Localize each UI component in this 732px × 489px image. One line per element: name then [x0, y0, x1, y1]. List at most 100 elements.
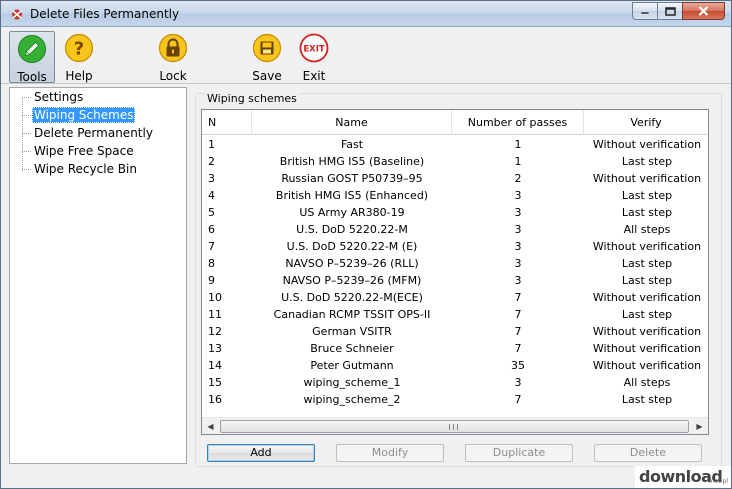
cell-passes: 7 [514, 325, 522, 338]
caption-buttons [632, 2, 725, 20]
delete-button[interactable]: Delete [594, 444, 702, 462]
cell-passes: 3 [514, 257, 522, 270]
cell-number: 16 [208, 393, 222, 406]
cell-number: 12 [208, 325, 222, 338]
cell-verify: Last step [621, 274, 673, 287]
table-row[interactable]: 10 U.S. DoD 5220.22-M(ECE) 7 Without verifi… [202, 289, 708, 306]
table-row[interactable]: 4 British HMG IS5 (Enhanced) 3 Last step [202, 187, 708, 204]
tools-label: Tools [17, 70, 47, 84]
table-row[interactable]: 3 Russian GOST P50739–95 2 Without verifica… [202, 170, 708, 187]
table-row[interactable]: 5 US Army AR380-19 3 Last step [202, 204, 708, 221]
lock-button[interactable]: Lock [151, 31, 195, 83]
cell-name: NAVSO P–5239–26 (RLL) [285, 257, 419, 270]
minimize-button[interactable] [632, 2, 658, 20]
tree-item-wipe-recycle-bin[interactable]: Wipe Recycle Bin [32, 161, 139, 177]
table-row[interactable]: 6 U.S. DoD 5220.22-M 3 All steps [202, 221, 708, 238]
save-button[interactable]: Save [246, 31, 288, 83]
help-question-icon: ? [64, 33, 94, 63]
column-header-verify[interactable]: Verify [584, 110, 708, 135]
table-row[interactable]: 15 wiping_scheme_1 3 All steps [202, 374, 708, 391]
cell-name: wiping_scheme_1 [303, 376, 401, 389]
tree-connector-line [22, 133, 31, 134]
close-button[interactable] [682, 2, 725, 20]
exit-label: Exit [302, 69, 326, 83]
cell-number: 1 [208, 138, 215, 151]
table-row[interactable]: 7 U.S. DoD 5220.22-M (E) 3 Without verifica… [202, 238, 708, 255]
tools-pencil-icon [18, 35, 46, 63]
tools-button[interactable]: Tools [9, 31, 55, 84]
column-header-n[interactable]: N [202, 110, 252, 135]
cell-number: 7 [208, 240, 215, 253]
cell-passes: 3 [514, 206, 522, 219]
cell-number: 8 [208, 257, 215, 270]
cell-verify: Last step [621, 257, 673, 270]
cell-number: 2 [208, 155, 215, 168]
maximize-button[interactable] [657, 2, 683, 20]
exit-button[interactable]: EXIT Exit [294, 31, 334, 83]
tree-item-delete-permanently[interactable]: Delete Permanently [32, 125, 155, 141]
scrollbar-thumb[interactable] [220, 420, 689, 433]
help-button[interactable]: ? Help [59, 31, 99, 83]
cell-passes: 3 [514, 240, 522, 253]
table-row[interactable]: 14 Peter Gutmann 35 Without verification [202, 357, 708, 374]
save-label: Save [252, 69, 282, 83]
cell-passes: 3 [514, 223, 522, 236]
tree-connector-line [22, 97, 23, 171]
app-window: Delete Files Permanently Tools ? Help Lo… [0, 0, 732, 489]
save-disk-icon [252, 33, 282, 63]
table-row[interactable]: 12 German VSITR 7 Without verification [202, 323, 708, 340]
column-header-passes[interactable]: Number of passes [452, 110, 584, 135]
cell-passes: 35 [511, 359, 525, 372]
title-bar[interactable]: Delete Files Permanently [1, 1, 731, 27]
cell-passes: 7 [514, 308, 522, 321]
cell-name: German VSITR [312, 325, 392, 338]
lock-label: Lock [159, 69, 187, 83]
list-header: N Name Number of passes Verify [202, 110, 708, 135]
cell-verify: Last step [621, 189, 673, 202]
close-icon [698, 6, 709, 16]
scroll-left-arrow-icon[interactable]: ◀ [202, 418, 219, 435]
add-button[interactable]: Add [207, 444, 315, 462]
cell-name: British HMG IS5 (Enhanced) [275, 189, 429, 202]
cell-name: Peter Gutmann [310, 359, 394, 372]
scroll-right-arrow-icon[interactable]: ▶ [691, 418, 708, 435]
tree-connector-line [22, 169, 31, 170]
schemes-list[interactable]: N Name Number of passes Verify 1 Fast 1 Wit… [201, 109, 709, 435]
cell-verify: All steps [623, 223, 671, 236]
cell-verify: Last step [621, 155, 673, 168]
pane-splitter[interactable] [189, 87, 192, 464]
duplicate-button[interactable]: Duplicate [465, 444, 573, 462]
cell-name: U.S. DoD 5220.22-M(ECE) [281, 291, 423, 304]
cell-number: 15 [208, 376, 222, 389]
column-header-name[interactable]: Name [252, 110, 452, 135]
exit-icon: EXIT [299, 33, 329, 63]
cell-name: U.S. DoD 5220.22-M [296, 223, 408, 236]
tree-item-settings[interactable]: Settings [32, 89, 85, 105]
cell-passes: 7 [514, 342, 522, 355]
table-row[interactable]: 11 Canadian RCMP TSSIT OPS-II 7 Last step [202, 306, 708, 323]
cell-number: 6 [208, 223, 215, 236]
tree-item-wiping-schemes[interactable]: Wiping Schemes [32, 107, 136, 123]
horizontal-scrollbar[interactable]: ◀ ▶ [202, 417, 708, 434]
table-row[interactable]: 8 NAVSO P–5239–26 (RLL) 3 Last step [202, 255, 708, 272]
cell-verify: Without verification [592, 172, 702, 185]
table-row[interactable]: 13 Bruce Schneier 7 Without verification [202, 340, 708, 357]
cell-name: British HMG IS5 (Baseline) [279, 155, 425, 168]
cell-number: 9 [208, 274, 215, 287]
tree-item-wipe-free-space[interactable]: Wipe Free Space [32, 143, 136, 159]
app-shredder-icon [12, 9, 22, 20]
table-row[interactable]: 1 Fast 1 Without verification [202, 136, 708, 153]
table-row[interactable]: 2 British HMG IS5 (Baseline) 1 Last step [202, 153, 708, 170]
navigation-tree[interactable]: Settings Wiping Schemes Delete Permanent… [9, 87, 187, 464]
table-row[interactable]: 16 wiping_scheme_2 7 Last step [202, 391, 708, 408]
table-row[interactable]: 9 NAVSO P–5239–26 (MFM) 3 Last step [202, 272, 708, 289]
cell-number: 5 [208, 206, 215, 219]
minimize-icon [640, 11, 650, 15]
modify-button[interactable]: Modify [336, 444, 444, 462]
lock-icon [158, 33, 188, 63]
cell-number: 3 [208, 172, 215, 185]
svg-text:?: ? [74, 39, 84, 60]
tree-connector-line [22, 97, 31, 98]
cell-verify: Last step [621, 308, 673, 321]
cell-passes: 3 [514, 274, 522, 287]
